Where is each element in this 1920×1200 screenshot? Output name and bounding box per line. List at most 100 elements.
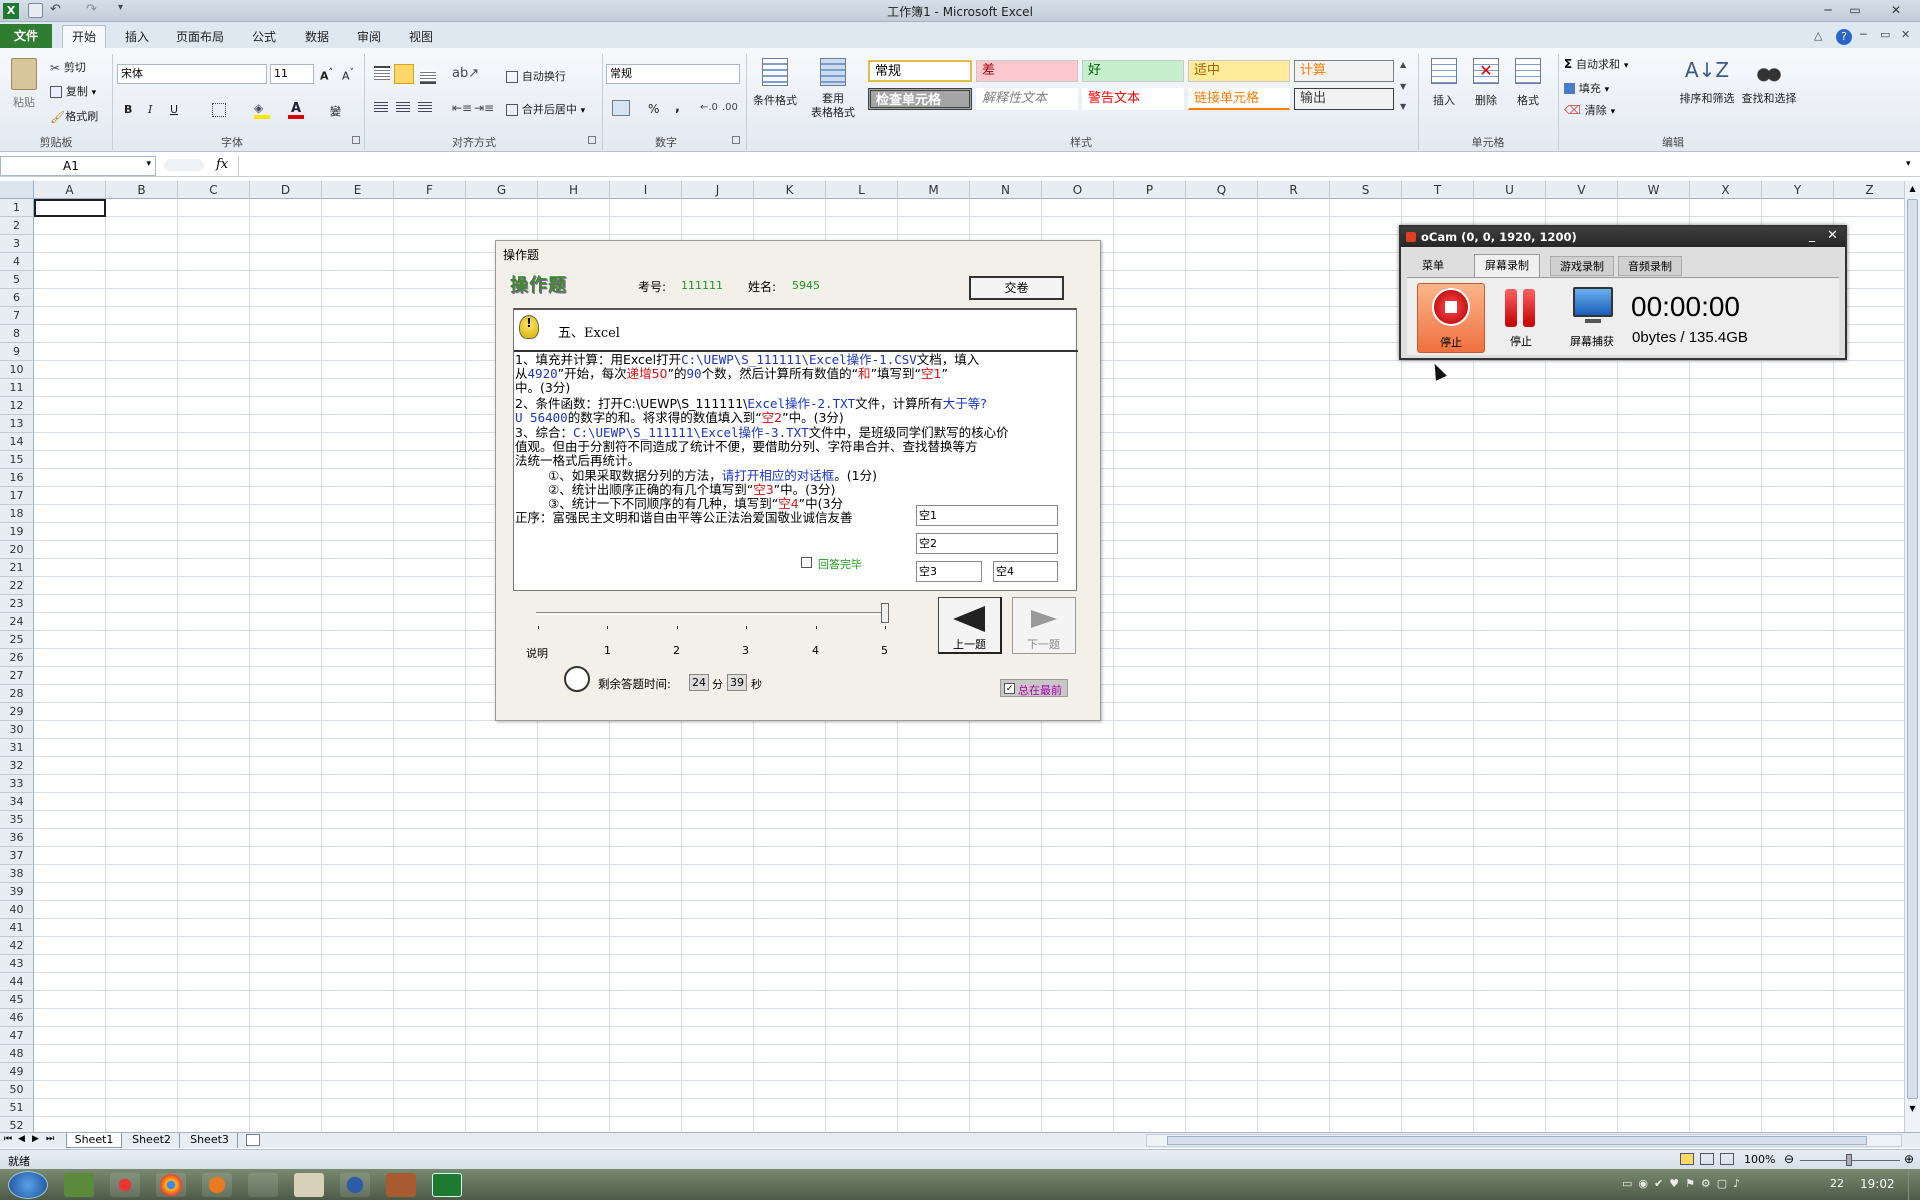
- row-header[interactable]: 3: [0, 235, 34, 253]
- sheet-last-icon[interactable]: ⏭: [46, 1134, 54, 1144]
- row-header[interactable]: 9: [0, 343, 34, 361]
- row-header[interactable]: 39: [0, 883, 34, 901]
- row-header[interactable]: 15: [0, 451, 34, 469]
- scroll-up-icon[interactable]: ▲: [1905, 181, 1920, 197]
- row-header[interactable]: 42: [0, 937, 34, 955]
- styles-scroll-up-icon[interactable]: ▲: [1400, 60, 1406, 69]
- column-header[interactable]: P: [1114, 181, 1186, 199]
- ocam-close-button[interactable]: ✕: [1827, 228, 1838, 243]
- row-header[interactable]: 44: [0, 973, 34, 991]
- formula-input[interactable]: [238, 156, 1904, 176]
- bold-button[interactable]: B: [124, 103, 132, 116]
- number-format-select[interactable]: 常规: [606, 64, 740, 84]
- column-header[interactable]: O: [1042, 181, 1114, 199]
- align-center-icon[interactable]: [396, 102, 410, 114]
- sheet-next-icon[interactable]: ▶: [32, 1134, 39, 1144]
- ocam-pause-button[interactable]: 停止: [1493, 283, 1549, 353]
- tab-review[interactable]: 审阅: [350, 26, 388, 48]
- style-normal[interactable]: 常规: [868, 60, 972, 82]
- column-header[interactable]: R: [1258, 181, 1330, 199]
- column-header[interactable]: V: [1546, 181, 1618, 199]
- row-header[interactable]: 29: [0, 703, 34, 721]
- align-top-icon[interactable]: [374, 66, 390, 80]
- column-header[interactable]: J: [682, 181, 754, 199]
- prev-question-button[interactable]: 上一题: [938, 597, 1002, 654]
- style-linked-cell[interactable]: 链接单元格: [1188, 88, 1290, 110]
- paste-button[interactable]: 粘贴: [6, 54, 42, 124]
- scroll-down-icon[interactable]: ▼: [1905, 1101, 1920, 1117]
- taskbar-app-icon[interactable]: [110, 1173, 140, 1197]
- submit-button[interactable]: 交卷: [969, 276, 1064, 300]
- grow-font-icon[interactable]: A˄: [320, 67, 333, 83]
- name-box-dropdown-icon[interactable]: ▾: [146, 159, 151, 169]
- close-button[interactable]: ✕: [1880, 2, 1912, 18]
- taskbar-app-icon[interactable]: [248, 1173, 278, 1197]
- always-on-top-toggle[interactable]: ✓ 总在最前: [1000, 679, 1068, 697]
- alignment-dialog-launcher-icon[interactable]: [588, 136, 596, 144]
- insert-cells-button[interactable]: 插入: [1426, 58, 1462, 108]
- vertical-scroll-thumb[interactable]: [1907, 199, 1918, 1099]
- ocam-tab-game-record[interactable]: 游戏录制: [1550, 256, 1614, 276]
- style-good[interactable]: 好: [1082, 60, 1184, 82]
- column-header[interactable]: L: [826, 181, 898, 199]
- name-box[interactable]: A1 ▾: [0, 156, 156, 176]
- slider-label-5[interactable]: 5: [881, 644, 888, 657]
- tab-insert[interactable]: 插入: [118, 26, 156, 48]
- ribbon-minimize-icon[interactable]: △: [1814, 29, 1822, 42]
- sheet-tab-sheet2[interactable]: Sheet2: [124, 1133, 180, 1148]
- column-header[interactable]: I: [610, 181, 682, 199]
- conditional-format-button[interactable]: 条件格式: [750, 56, 800, 126]
- row-header[interactable]: 43: [0, 955, 34, 973]
- shrink-font-icon[interactable]: A˅: [342, 67, 354, 83]
- workbook-restore-icon[interactable]: ▭: [1880, 28, 1890, 41]
- question-slider-thumb[interactable]: [881, 603, 889, 623]
- sheet-tab-sheet1[interactable]: Sheet1: [66, 1133, 122, 1148]
- fill-color-icon[interactable]: ◈: [254, 101, 270, 119]
- taskbar-excel-icon[interactable]: [432, 1173, 462, 1197]
- comma-button[interactable]: ,: [675, 100, 680, 115]
- row-header[interactable]: 47: [0, 1027, 34, 1045]
- formula-expand-icon[interactable]: ▾: [1906, 159, 1911, 169]
- column-header[interactable]: B: [106, 181, 178, 199]
- ocam-stop-button[interactable]: 停止: [1417, 283, 1485, 353]
- workbook-close-icon[interactable]: ✕: [1901, 28, 1910, 41]
- number-dialog-launcher-icon[interactable]: [732, 136, 740, 144]
- insert-sheet-icon[interactable]: [246, 1134, 260, 1146]
- column-header[interactable]: S: [1330, 181, 1402, 199]
- row-header[interactable]: 36: [0, 829, 34, 847]
- row-header[interactable]: 4: [0, 253, 34, 271]
- row-header[interactable]: 34: [0, 793, 34, 811]
- font-size-select[interactable]: 11: [270, 64, 314, 84]
- row-header[interactable]: 8: [0, 325, 34, 343]
- row-header[interactable]: 25: [0, 631, 34, 649]
- column-header[interactable]: Y: [1762, 181, 1834, 199]
- page-break-view-icon[interactable]: [1720, 1153, 1734, 1165]
- ocam-tab-audio-record[interactable]: 音频录制: [1618, 256, 1682, 276]
- minimize-button[interactable]: ─: [1817, 2, 1839, 18]
- row-header[interactable]: 50: [0, 1081, 34, 1099]
- style-explanatory[interactable]: 解释性文本: [976, 88, 1078, 110]
- row-header[interactable]: 17: [0, 487, 34, 505]
- column-header[interactable]: E: [322, 181, 394, 199]
- workbook-minimize-icon[interactable]: ─: [1860, 28, 1867, 41]
- format-as-table-button[interactable]: 套用 表格格式: [804, 56, 862, 126]
- ocam-tab-screen-record[interactable]: 屏幕录制: [1474, 254, 1540, 277]
- row-header[interactable]: 28: [0, 685, 34, 703]
- row-header[interactable]: 31: [0, 739, 34, 757]
- answer-field-3[interactable]: 空3: [916, 561, 982, 582]
- taskbar-app-icon[interactable]: [64, 1173, 94, 1197]
- row-header[interactable]: 40: [0, 901, 34, 919]
- column-header[interactable]: A: [34, 181, 106, 199]
- ocam-tab-menu[interactable]: 菜单: [1411, 256, 1455, 276]
- page-layout-view-icon[interactable]: [1700, 1153, 1714, 1165]
- row-header[interactable]: 1: [0, 199, 34, 217]
- row-header[interactable]: 32: [0, 757, 34, 775]
- question-slider[interactable]: [536, 612, 888, 615]
- style-bad[interactable]: 差: [976, 60, 1078, 82]
- decrease-indent-icon[interactable]: ⇤≡: [452, 101, 472, 115]
- column-header[interactable]: X: [1690, 181, 1762, 199]
- row-header[interactable]: 35: [0, 811, 34, 829]
- row-header[interactable]: 51: [0, 1099, 34, 1117]
- row-header[interactable]: 23: [0, 595, 34, 613]
- slider-label-1[interactable]: 1: [604, 644, 611, 657]
